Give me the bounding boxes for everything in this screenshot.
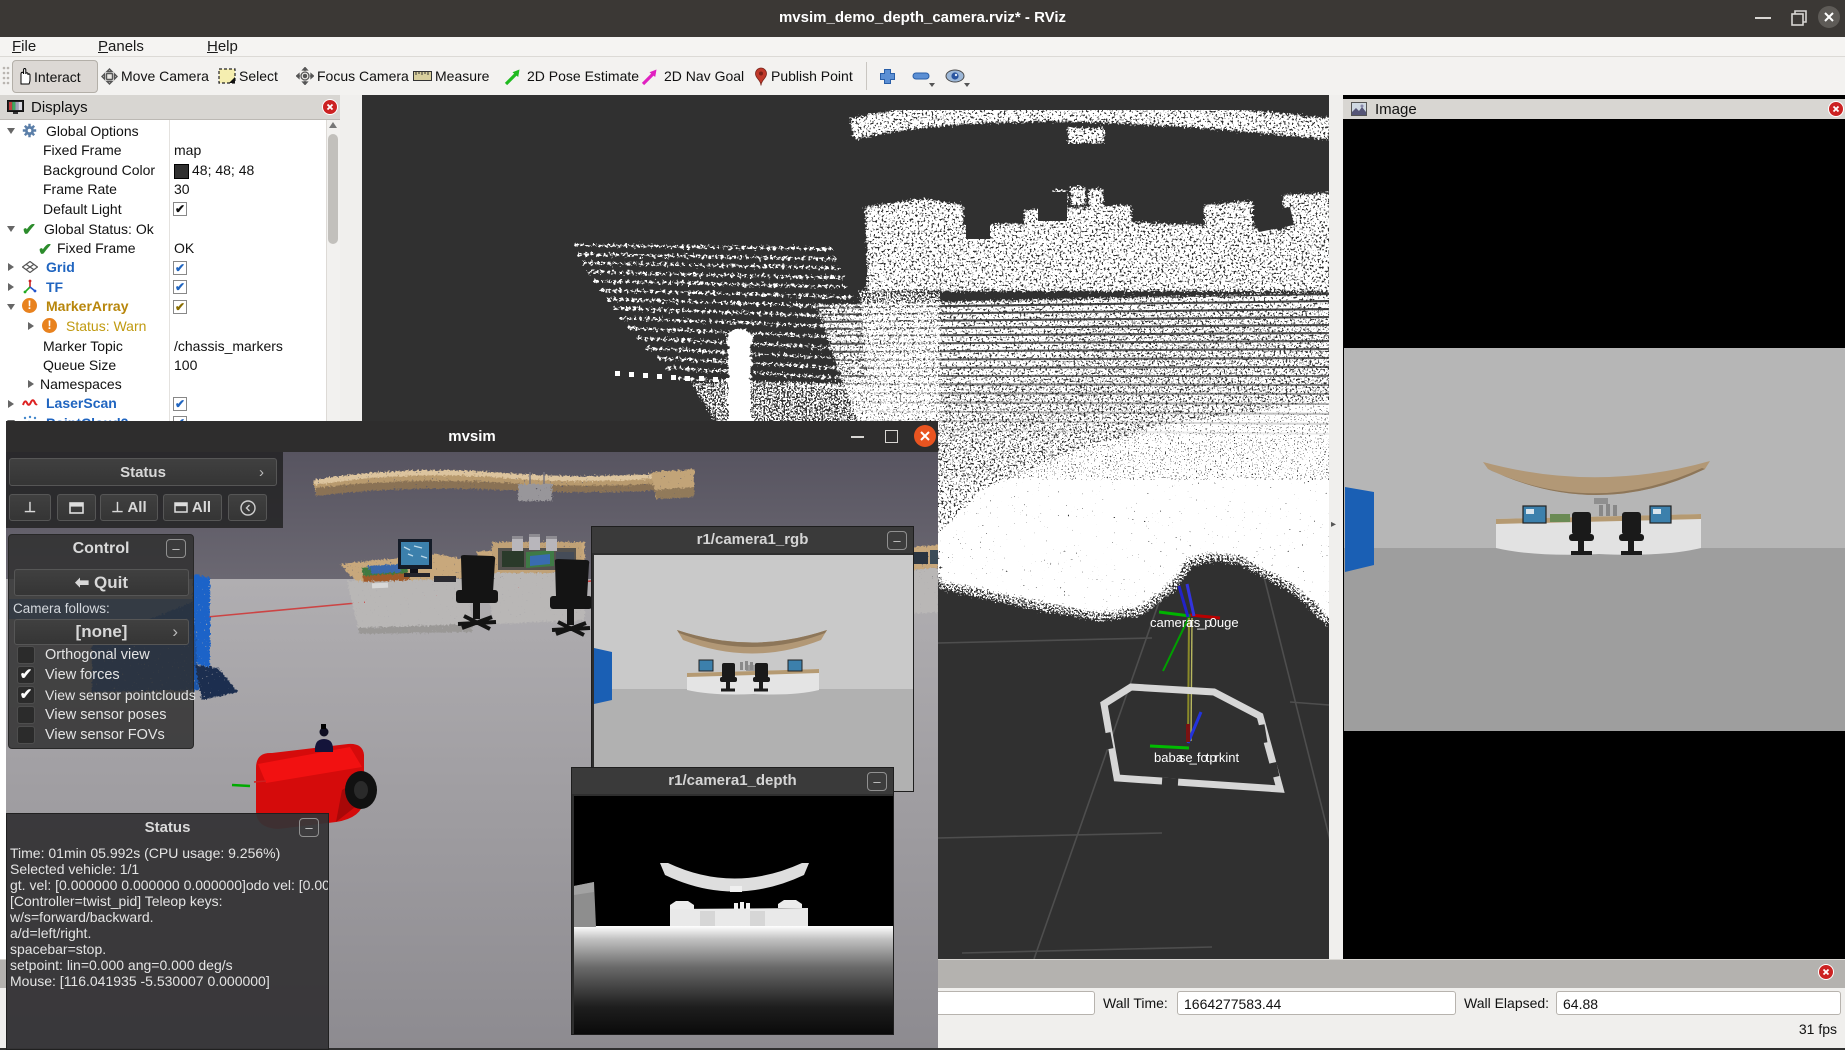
svg-text:camerars_p0uge: camerars_p0uge [1150,615,1239,630]
svg-text:babase_fotprkint: babase_fotprkint [1154,750,1240,765]
